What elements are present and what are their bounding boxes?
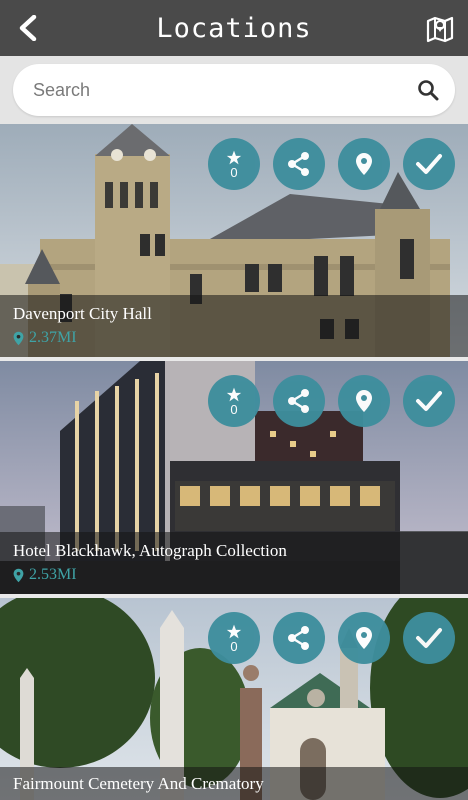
location-caption: Hotel Blackhawk, Autograph Collection 2.… <box>0 532 468 594</box>
distance-value: 2.53MI <box>29 566 77 583</box>
location-name: Davenport City Hall <box>13 304 152 323</box>
location-distance: 2.53MI <box>13 566 455 584</box>
card-actions: 0 <box>208 375 455 427</box>
check-in-button[interactable] <box>403 138 455 190</box>
search-bar-area <box>0 56 468 124</box>
favorite-button[interactable]: 0 <box>208 375 260 427</box>
favorite-button[interactable]: 0 <box>208 612 260 664</box>
location-card[interactable]: 0 Davenport City Hall 2.37MI <box>0 124 468 357</box>
location-pin-icon <box>13 331 24 346</box>
share-icon <box>288 626 309 650</box>
card-actions: 0 <box>208 612 455 664</box>
page-title: Locations <box>156 12 312 44</box>
location-caption: Davenport City Hall 2.37MI <box>0 295 468 357</box>
location-name: Hotel Blackhawk, Autograph Collection <box>13 541 287 560</box>
directions-button[interactable] <box>338 138 390 190</box>
card-actions: 0 <box>208 138 455 190</box>
location-distance: 2.37MI <box>13 329 455 347</box>
directions-button[interactable] <box>338 375 390 427</box>
checkmark-icon <box>416 154 442 174</box>
share-button[interactable] <box>273 375 325 427</box>
location-name: Fairmount Cemetery And Crematory <box>13 774 264 793</box>
share-icon <box>288 389 309 413</box>
location-pin-icon <box>356 153 372 175</box>
star-icon <box>226 150 242 164</box>
favorite-button[interactable]: 0 <box>208 138 260 190</box>
checkmark-icon <box>416 628 442 648</box>
location-card[interactable]: 0 Hotel Blackhawk, Autograph Collection … <box>0 361 468 594</box>
map-view-button[interactable] <box>420 8 460 48</box>
search-icon[interactable] <box>415 77 441 103</box>
favorite-count: 0 <box>230 638 238 654</box>
chevron-left-icon <box>19 15 37 41</box>
checkmark-icon <box>416 391 442 411</box>
location-pin-icon <box>13 568 24 583</box>
favorite-count: 0 <box>230 164 238 180</box>
search-input[interactable] <box>33 79 415 101</box>
star-icon <box>226 387 242 401</box>
share-button[interactable] <box>273 612 325 664</box>
distance-value: 2.37MI <box>29 329 77 346</box>
favorite-count: 0 <box>230 401 238 417</box>
location-caption: Fairmount Cemetery And Crematory <box>0 767 468 800</box>
check-in-button[interactable] <box>403 375 455 427</box>
share-button[interactable] <box>273 138 325 190</box>
search-box[interactable] <box>13 64 455 116</box>
top-bar: Locations <box>0 0 468 56</box>
location-pin-icon <box>356 627 372 649</box>
location-card[interactable]: 0 Fairmount Cemetery And Crematory <box>0 598 468 800</box>
directions-button[interactable] <box>338 612 390 664</box>
location-pin-icon <box>356 390 372 412</box>
map-marker-icon <box>426 16 454 43</box>
check-in-button[interactable] <box>403 612 455 664</box>
share-icon <box>288 152 309 176</box>
back-button[interactable] <box>8 8 48 48</box>
star-icon <box>226 624 242 638</box>
